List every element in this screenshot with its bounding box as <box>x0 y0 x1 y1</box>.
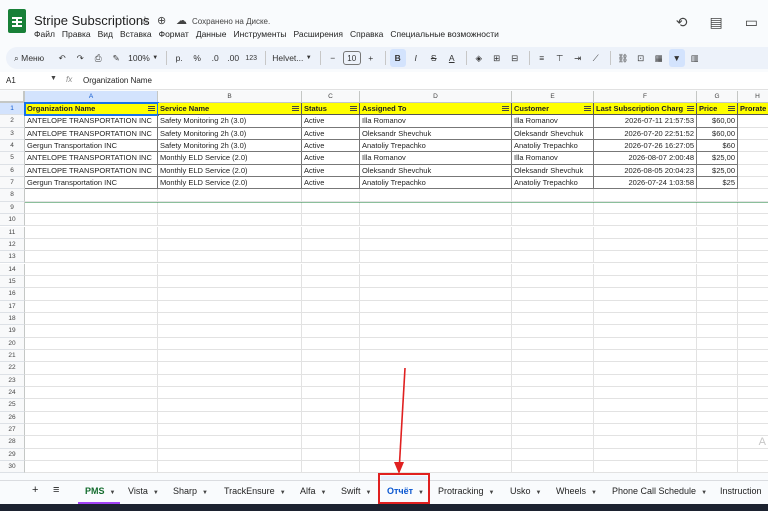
taskbar <box>0 504 768 511</box>
annotation-arrow <box>394 367 406 474</box>
watermark: A <box>758 436 766 448</box>
